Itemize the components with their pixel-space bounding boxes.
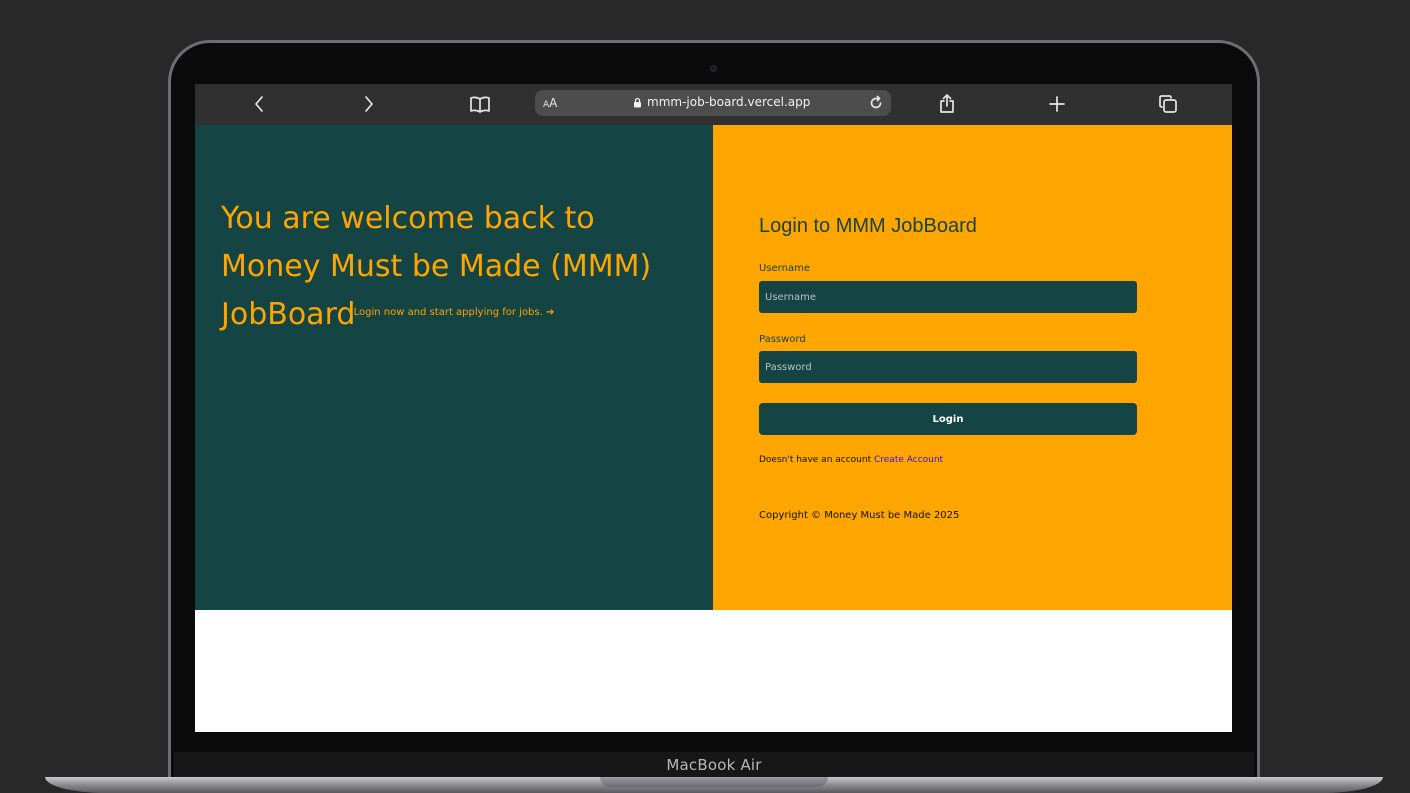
tabs-icon: [1159, 95, 1177, 113]
device-brand-label: MacBook Air: [666, 756, 762, 774]
reload-button[interactable]: [863, 91, 889, 115]
webcam: [710, 65, 717, 72]
back-button[interactable]: [246, 92, 272, 116]
hero-subtitle: Login now and start applying for jobs. ➔: [195, 307, 713, 318]
back-icon: [255, 96, 263, 112]
signup-prompt-text: Doesn't have an account: [759, 455, 872, 465]
forward-icon: [365, 96, 373, 112]
arrow-right-icon: ➔: [545, 307, 555, 318]
login-panel: Login to MMM JobBoard Username Password …: [713, 125, 1232, 610]
username-input[interactable]: [759, 281, 1137, 313]
url-text: mmm-job-board.vercel.app: [647, 95, 811, 109]
url-display: mmm-job-board.vercel.app: [633, 95, 810, 109]
login-button[interactable]: Login: [759, 403, 1137, 435]
browser-toolbar: AA mmm-job-board.vercel.app: [195, 84, 1232, 125]
password-label: Password: [759, 334, 806, 345]
password-input[interactable]: [759, 351, 1137, 383]
forward-button[interactable]: [356, 92, 382, 116]
tabs-overview-button[interactable]: [1155, 92, 1181, 116]
create-account-link[interactable]: Create Account: [874, 455, 943, 465]
username-label: Username: [759, 263, 810, 274]
login-form-title: Login to MMM JobBoard: [759, 215, 977, 237]
bookmarks-icon: [470, 96, 490, 113]
hero-subtitle-text: Login now and start applying for jobs.: [353, 307, 543, 318]
reload-icon: [870, 95, 882, 109]
bezel-bottom: MacBook Air: [174, 752, 1254, 778]
lock-icon: [634, 97, 641, 107]
browser-screen: AA mmm-job-board.vercel.app You are welc…: [195, 84, 1232, 732]
hero-panel: You are welcome back to Money Must be Ma…: [195, 125, 713, 610]
new-tab-icon: [1049, 96, 1065, 112]
address-bar[interactable]: AA mmm-job-board.vercel.app: [535, 90, 891, 116]
reader-settings-button[interactable]: AA: [543, 96, 557, 110]
copyright-text: Copyright © Money Must be Made 2025: [759, 510, 960, 521]
share-icon: [940, 94, 954, 113]
bookmarks-button[interactable]: [467, 92, 493, 116]
login-page: You are welcome back to Money Must be Ma…: [195, 125, 1232, 610]
signup-prompt: Doesn't have an account Create Account: [759, 455, 943, 465]
share-button[interactable]: [934, 92, 960, 116]
laptop-base-notch: [600, 777, 828, 787]
new-tab-button[interactable]: [1044, 92, 1070, 116]
